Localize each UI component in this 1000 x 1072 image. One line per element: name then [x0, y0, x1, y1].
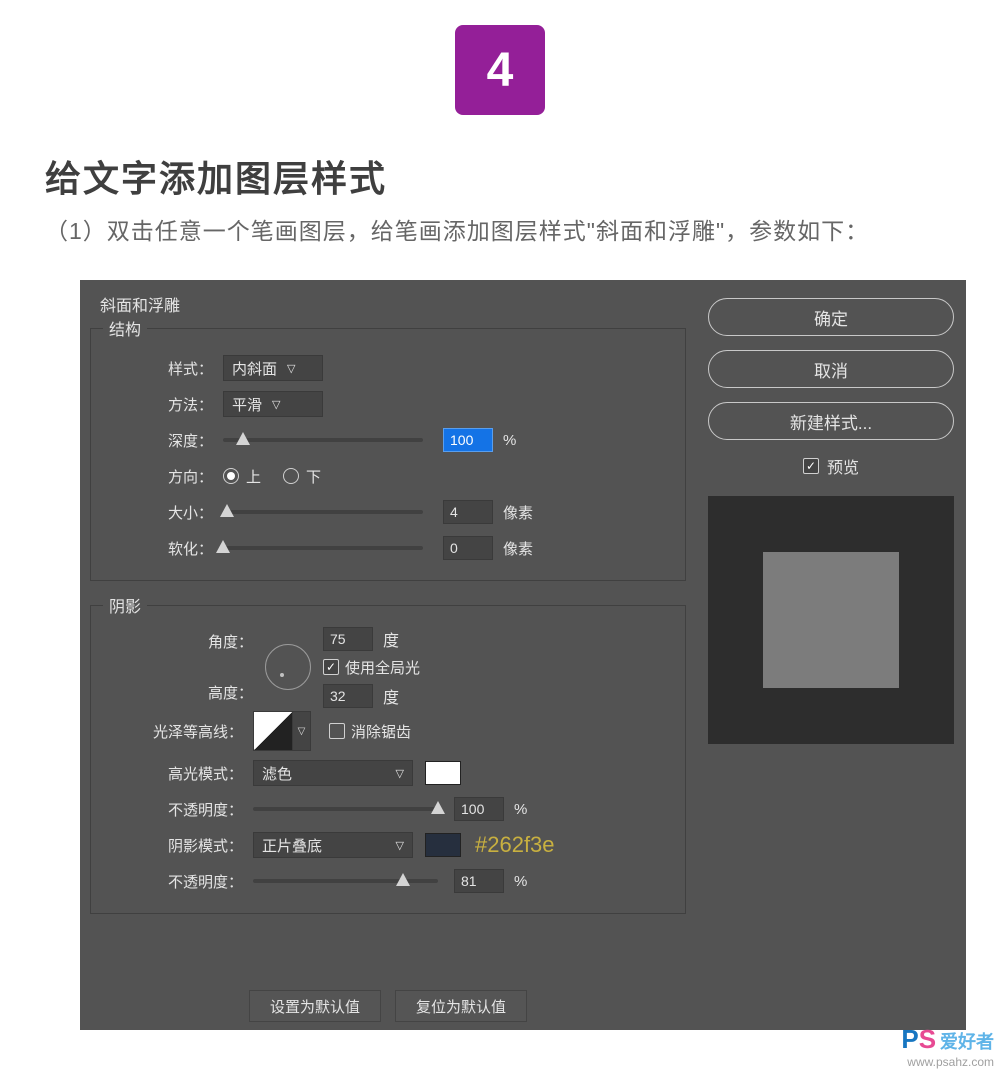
shadow-color-swatch[interactable]	[425, 833, 461, 857]
angle-dial[interactable]	[265, 644, 311, 690]
antialias-checkbox[interactable]	[329, 723, 345, 739]
shadow-mode-label: 阴影模式：	[103, 835, 253, 856]
angle-unit: 度	[383, 627, 399, 651]
structure-legend: 结构	[103, 316, 147, 340]
page-subtitle: （1）双击任意一个笔画图层，给笔画添加图层样式"斜面和浮雕"，参数如下：	[45, 212, 869, 246]
direction-up-radio[interactable]	[223, 468, 239, 484]
highlight-opacity-slider[interactable]	[253, 807, 438, 811]
soften-input[interactable]: 0	[443, 536, 493, 560]
technique-select[interactable]: 平滑▽	[223, 391, 323, 417]
technique-label: 方法：	[103, 394, 223, 415]
shadow-opacity-slider[interactable]	[253, 879, 438, 883]
global-light-label: 使用全局光	[345, 657, 420, 678]
bevel-emboss-title: 斜面和浮雕	[100, 292, 180, 316]
size-input[interactable]: 4	[443, 500, 493, 524]
layer-style-dialog: 斜面和浮雕 结构 样式： 内斜面▽ 方法： 平滑▽ 深度： 100	[80, 280, 966, 1030]
depth-input[interactable]: 100	[443, 428, 493, 452]
depth-slider[interactable]	[223, 438, 423, 442]
highlight-mode-label: 高光模式：	[103, 763, 253, 784]
direction-label: 方向：	[103, 466, 223, 487]
preview-swatch	[763, 552, 899, 688]
page-title: 给文字添加图层样式	[45, 150, 387, 202]
style-label: 样式：	[103, 358, 223, 379]
size-slider[interactable]	[223, 510, 423, 514]
direction-down-label: 下	[306, 466, 321, 487]
size-unit: 像素	[503, 502, 533, 523]
reset-default-button[interactable]: 复位为默认值	[395, 990, 527, 1022]
highlight-color-swatch[interactable]	[425, 761, 461, 785]
highlight-mode-select[interactable]: 滤色▽	[253, 760, 413, 786]
contour-dropdown[interactable]: ▽	[293, 711, 311, 751]
highlight-opacity-unit: %	[514, 801, 527, 818]
step-badge: 4	[455, 25, 545, 115]
shadow-opacity-unit: %	[514, 873, 527, 890]
new-style-button[interactable]: 新建样式...	[708, 402, 954, 440]
cancel-button[interactable]: 取消	[708, 350, 954, 388]
antialias-label: 消除锯齿	[351, 721, 411, 742]
make-default-button[interactable]: 设置为默认值	[249, 990, 381, 1022]
soften-label: 软化：	[103, 538, 223, 559]
ok-button[interactable]: 确定	[708, 298, 954, 336]
highlight-opacity-input[interactable]: 100	[454, 797, 504, 821]
shading-legend: 阴影	[103, 593, 147, 617]
shadow-mode-select[interactable]: 正片叠底▽	[253, 832, 413, 858]
direction-down-radio[interactable]	[283, 468, 299, 484]
contour-label: 光泽等高线：	[103, 721, 253, 742]
preview-label: 预览	[827, 454, 859, 478]
depth-label: 深度：	[103, 430, 223, 451]
watermark: PS 爱好者 www.psahz.com	[901, 1023, 994, 1071]
angle-input[interactable]: 75	[323, 627, 373, 651]
shadow-opacity-label: 不透明度：	[103, 871, 253, 892]
soften-slider[interactable]	[223, 546, 423, 550]
highlight-opacity-label: 不透明度：	[103, 799, 253, 820]
chevron-down-icon: ▽	[287, 362, 295, 375]
gloss-contour-picker[interactable]	[253, 711, 293, 751]
chevron-down-icon: ▽	[396, 839, 404, 852]
soften-unit: 像素	[503, 538, 533, 559]
shadow-color-annotation: #262f3e	[475, 832, 555, 858]
direction-up-label: 上	[246, 466, 261, 487]
preview-panel	[708, 496, 954, 744]
style-select[interactable]: 内斜面▽	[223, 355, 323, 381]
depth-unit: %	[503, 432, 516, 449]
chevron-down-icon: ▽	[396, 767, 404, 780]
size-label: 大小：	[103, 502, 223, 523]
altitude-label: 高度：	[103, 682, 253, 703]
preview-checkbox[interactable]: ✓	[803, 458, 819, 474]
altitude-unit: 度	[383, 684, 399, 708]
shadow-opacity-input[interactable]: 81	[454, 869, 504, 893]
chevron-down-icon: ▽	[272, 398, 280, 411]
angle-label: 角度：	[103, 631, 253, 652]
altitude-input[interactable]: 32	[323, 684, 373, 708]
global-light-checkbox[interactable]: ✓	[323, 659, 339, 675]
